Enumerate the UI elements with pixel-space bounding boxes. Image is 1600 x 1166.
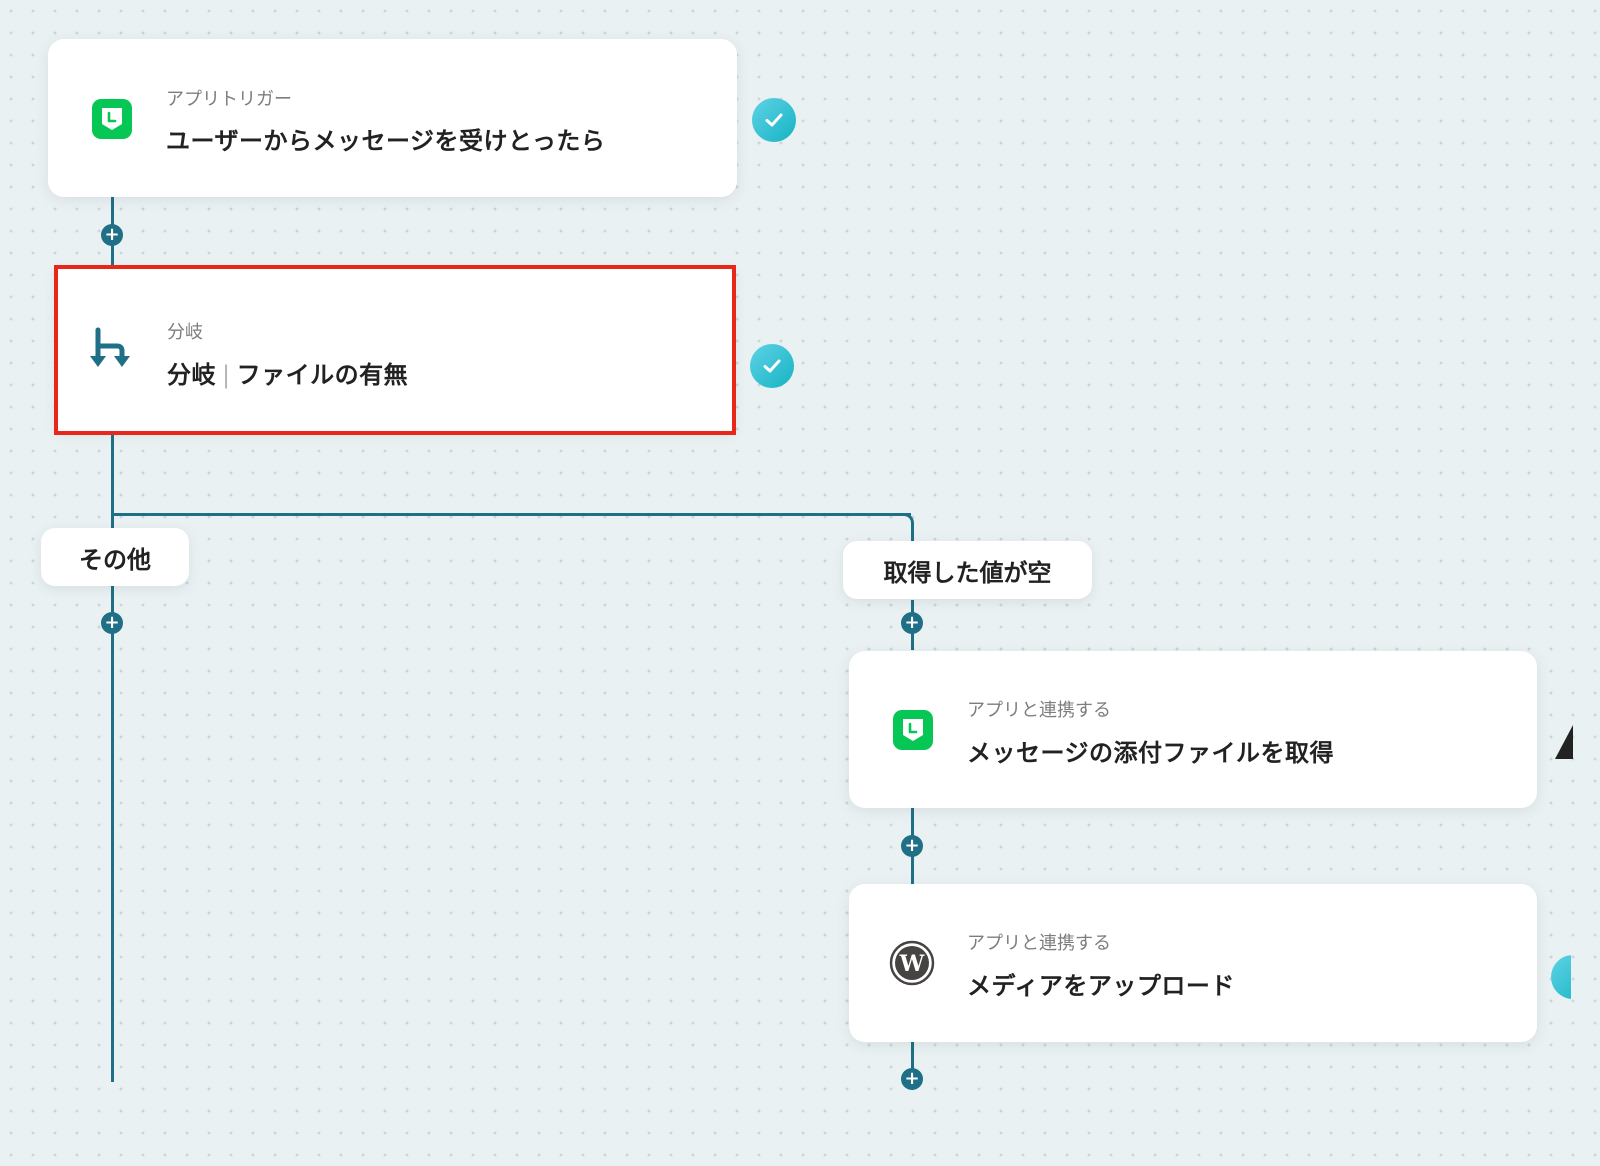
step-title-main: 分岐 bbox=[167, 361, 216, 389]
line-app-icon bbox=[92, 99, 132, 139]
step-subtitle: 分岐 bbox=[167, 322, 203, 343]
title-separator: | bbox=[222, 361, 231, 389]
warning-icon bbox=[1553, 722, 1573, 762]
branch-icon bbox=[87, 326, 137, 376]
add-step-button[interactable]: + bbox=[101, 224, 123, 246]
step-subtitle: アプリと連携する bbox=[967, 933, 1111, 954]
add-step-button[interactable]: + bbox=[901, 612, 923, 634]
connector-line bbox=[111, 513, 911, 516]
get-attachment-step-card[interactable]: アプリと連携する メッセージの添付ファイルを取得 bbox=[849, 651, 1537, 808]
line-app-icon bbox=[893, 710, 933, 750]
step-title: 分岐 | ファイルの有無 bbox=[167, 355, 408, 390]
wordpress-icon: W bbox=[889, 940, 935, 986]
step-title-detail: ファイルの有無 bbox=[236, 361, 409, 389]
check-icon bbox=[750, 344, 794, 388]
step-subtitle: アプリと連携する bbox=[967, 700, 1111, 721]
step-subtitle: アプリトリガー bbox=[166, 89, 292, 110]
upload-media-step-card[interactable]: W アプリと連携する メディアをアップロード bbox=[849, 884, 1537, 1042]
check-icon bbox=[1551, 955, 1571, 999]
step-title: メディアをアップロード bbox=[967, 972, 1235, 1000]
branch-label-empty[interactable]: 取得した値が空 bbox=[843, 541, 1092, 599]
add-step-button[interactable]: + bbox=[901, 835, 923, 857]
add-step-button[interactable]: + bbox=[101, 612, 123, 634]
branch-label-other[interactable]: その他 bbox=[41, 528, 189, 586]
add-step-button[interactable]: + bbox=[901, 1068, 923, 1090]
svg-text:W: W bbox=[899, 951, 925, 977]
trigger-step-card[interactable]: アプリトリガー ユーザーからメッセージを受けとったら bbox=[48, 39, 737, 197]
step-title: メッセージの添付ファイルを取得 bbox=[967, 739, 1335, 767]
check-icon bbox=[752, 98, 796, 142]
step-title: ユーザーからメッセージを受けとったら bbox=[166, 127, 606, 155]
branch-step-card[interactable]: 分岐 分岐 | ファイルの有無 bbox=[57, 268, 733, 431]
